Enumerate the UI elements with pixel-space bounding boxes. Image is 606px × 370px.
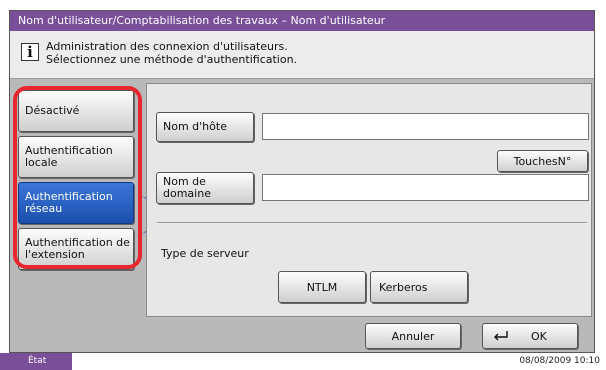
server-type-ntlm-button[interactable]: NTLM xyxy=(278,271,366,303)
ok-button[interactable]: OK xyxy=(482,323,578,349)
mode-network-auth-button[interactable]: Authentification réseau xyxy=(18,182,134,224)
server-type-kerberos-button[interactable]: Kerberos xyxy=(370,271,468,303)
window-title: Nom d'utilisateur/Comptabilisation des t… xyxy=(10,11,594,31)
info-icon: i xyxy=(21,43,39,61)
status-bar: État 08/08/2009 10:10 xyxy=(0,353,606,370)
numeric-keys-button[interactable]: TouchesN° xyxy=(497,150,588,172)
mode-local-auth-button[interactable]: Authentification locale xyxy=(18,136,134,178)
cancel-button[interactable]: Annuler xyxy=(365,323,461,349)
mode-disabled-button[interactable]: Désactivé xyxy=(18,90,134,132)
network-auth-settings: Nom d'hôte TouchesN° Nom de domaine Type… xyxy=(146,83,592,317)
ok-label: OK xyxy=(531,329,547,343)
mode-extension-auth-button[interactable]: Authentification de l'extension xyxy=(18,228,134,270)
auth-settings-panel: Nom d'utilisateur/Comptabilisation des t… xyxy=(9,10,595,353)
info-line-2: Sélectionnez une méthode d'authentificat… xyxy=(46,53,298,66)
return-arrow-icon xyxy=(494,331,508,341)
domain-label-button[interactable]: Nom de domaine xyxy=(156,172,254,204)
info-box: i Administration des connexion d'utilisa… xyxy=(10,31,594,79)
info-line-1: Administration des connexion d'utilisate… xyxy=(46,40,288,53)
hostname-label-button[interactable]: Nom d'hôte xyxy=(156,112,254,142)
server-type-label: Type de serveur xyxy=(161,247,249,260)
domain-field[interactable] xyxy=(262,174,589,201)
status-datetime: 08/08/2009 10:10 xyxy=(519,356,600,366)
status-state-label: État xyxy=(0,353,72,370)
divider xyxy=(157,222,587,223)
hostname-field[interactable] xyxy=(262,113,589,140)
